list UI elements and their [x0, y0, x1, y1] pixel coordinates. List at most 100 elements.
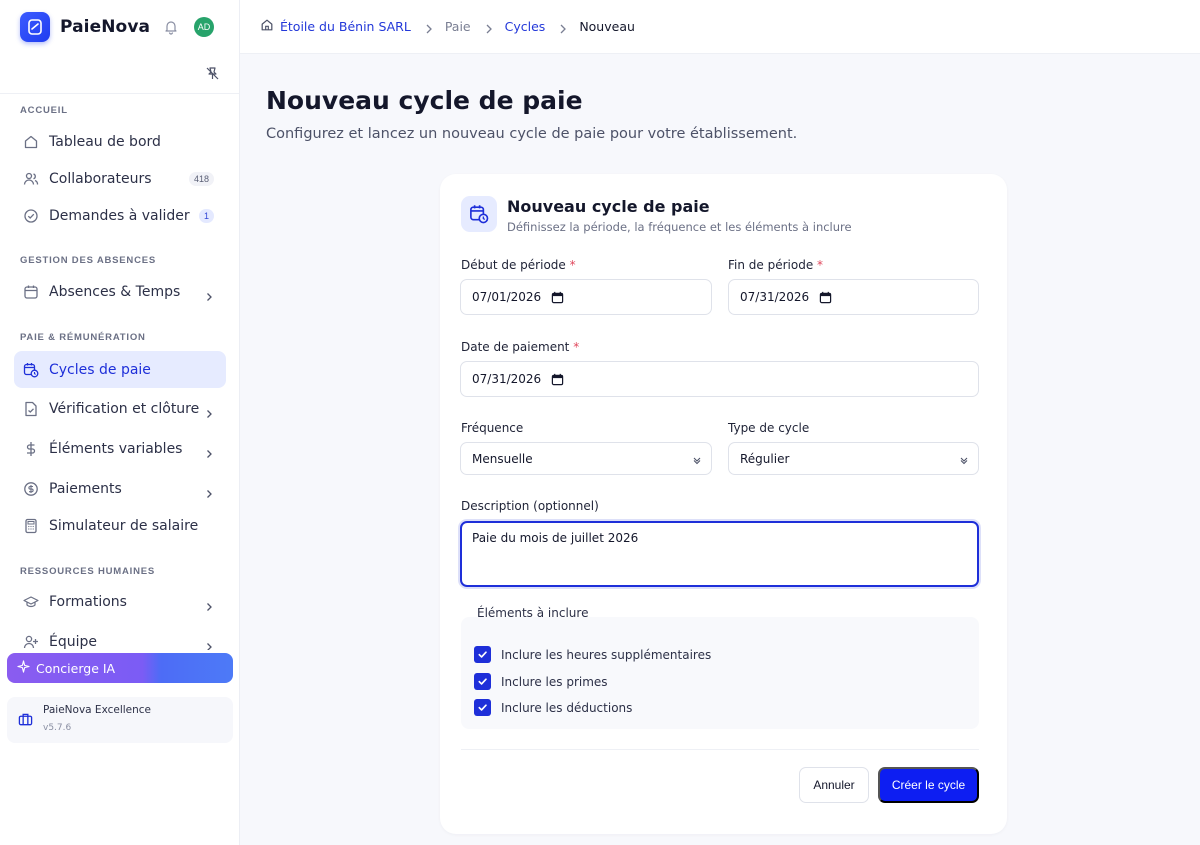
checkbox-bonuses[interactable]: Inclure les primes: [474, 673, 608, 690]
end-date-value: 07/31/2026: [740, 290, 810, 304]
calendar-icon[interactable]: [551, 373, 564, 386]
avatar[interactable]: AD: [194, 17, 214, 37]
start-date-label: Début de période *: [461, 258, 576, 272]
checkmark-icon[interactable]: [474, 699, 491, 716]
create-cycle-button[interactable]: Créer le cycle: [878, 767, 979, 803]
description-textarea[interactable]: Paie du mois de juillet 2026: [460, 521, 979, 587]
start-date-field[interactable]: 07/01/2026: [460, 279, 712, 315]
sidebar-item-label: Équipe: [49, 634, 97, 650]
cancel-button[interactable]: Annuler: [799, 767, 869, 803]
sidebar-item-absences[interactable]: Absences & Temps: [14, 274, 226, 310]
sidebar-item-label: Paiements: [49, 481, 122, 497]
calculator-icon: [23, 518, 39, 534]
chevron-updown-icon: [959, 454, 969, 465]
frequency-select[interactable]: Mensuelle: [460, 442, 712, 475]
chevron-updown-icon: [692, 454, 702, 465]
sidebar: PaieNova AD ACCUEIL Tableau de bord Coll…: [0, 0, 240, 845]
sidebar-item-payroll-cycles[interactable]: Cycles de paie: [14, 351, 226, 388]
chevron-right-icon: [425, 22, 433, 33]
product-version-card: PaieNova Excellence v5.7.6: [7, 697, 233, 743]
breadcrumb-payroll[interactable]: Paie: [445, 19, 471, 34]
home-icon: [23, 134, 39, 150]
section-label-absences: GESTION DES ABSENCES: [20, 255, 157, 266]
user-plus-icon: [23, 634, 39, 650]
product-name: PaieNova Excellence: [43, 704, 152, 716]
coin-icon: [23, 481, 39, 497]
frequency-value: Mensuelle: [472, 451, 533, 466]
chevron-right-icon: [485, 22, 493, 33]
count-badge: 418: [188, 172, 214, 186]
calendar-icon: [23, 284, 39, 300]
divider: [461, 749, 979, 750]
sidebar-item-verification[interactable]: Vérification et clôture: [14, 391, 226, 427]
cycle-type-label: Type de cycle: [728, 421, 810, 435]
section-label-payroll: PAIE & RÉMUNÉRATION: [20, 332, 146, 343]
cycle-type-value: Régulier: [740, 451, 790, 466]
breadcrumb-company[interactable]: Étoile du Bénin SARL: [280, 19, 411, 34]
sidebar-item-team[interactable]: Équipe: [14, 624, 226, 650]
checkbox-label: Inclure les heures supplémentaires: [501, 647, 712, 662]
chevron-right-icon: [204, 597, 214, 611]
count-badge: 1: [198, 209, 214, 223]
end-date-label: Fin de période *: [728, 258, 824, 272]
unpin-icon[interactable]: [205, 66, 220, 81]
sidebar-item-collaborators[interactable]: Collaborateurs 418: [14, 161, 226, 197]
sidebar-toolbar: [0, 54, 239, 94]
graduation-cap-icon: [23, 594, 39, 610]
chevron-right-icon: [204, 287, 214, 301]
sidebar-item-variable-elements[interactable]: Éléments variables: [14, 431, 226, 467]
breadcrumb: Étoile du Bénin SARL Paie Cycles Nouveau: [240, 0, 1200, 54]
frequency-label: Fréquence: [461, 421, 524, 435]
sidebar-item-label: Collaborateurs: [49, 171, 152, 187]
chevron-right-icon: [204, 444, 214, 458]
bell-icon[interactable]: [163, 19, 179, 35]
sidebar-item-label: Éléments variables: [49, 441, 183, 457]
concierge-label: Concierge IA: [36, 660, 116, 676]
sidebar-item-label: Simulateur de salaire: [49, 518, 199, 534]
sidebar-item-salary-simulator[interactable]: Simulateur de salaire: [14, 508, 226, 544]
checkmark-icon[interactable]: [474, 673, 491, 690]
sidebar-item-pending-requests[interactable]: Demandes à valider 1: [14, 198, 226, 234]
checkbox-overtime[interactable]: Inclure les heures supplémentaires: [474, 646, 711, 663]
breadcrumb-current: Nouveau: [579, 19, 635, 34]
sidebar-item-label: Vérification et clôture: [49, 401, 200, 417]
sidebar-item-label: Cycles de paie: [49, 361, 151, 378]
payment-date-field[interactable]: 07/31/2026: [460, 361, 979, 397]
payment-date-value: 07/31/2026: [472, 372, 542, 386]
calendar-icon[interactable]: [819, 291, 832, 304]
sidebar-item-payments[interactable]: Paiements: [14, 471, 226, 507]
checkbox-label: Inclure les primes: [501, 674, 608, 689]
description-label: Description (optionnel): [461, 499, 599, 513]
sidebar-nav[interactable]: ACCUEIL Tableau de bord Collaborateurs 4…: [0, 94, 240, 650]
file-check-icon: [23, 401, 39, 417]
section-label-hr: RESSOURCES HUMAINES: [20, 566, 156, 577]
section-label-accueil: ACCUEIL: [20, 105, 68, 116]
sparkle-icon: [17, 660, 30, 676]
product-version: v5.7.6: [43, 723, 72, 733]
users-icon: [23, 171, 39, 187]
breadcrumb-cycles[interactable]: Cycles: [505, 19, 546, 34]
dollar-icon: [23, 441, 39, 457]
payment-date-label: Date de paiement *: [461, 340, 580, 354]
check-circle-icon: [23, 208, 39, 224]
calendar-icon[interactable]: [551, 291, 564, 304]
cycle-type-select[interactable]: Régulier: [728, 442, 979, 475]
chevron-right-icon: [204, 404, 214, 418]
concierge-ai-button[interactable]: Concierge IA: [7, 653, 233, 683]
form-subtitle: Définissez la période, la fréquence et l…: [507, 220, 852, 234]
home-icon[interactable]: [260, 18, 274, 35]
checkmark-icon[interactable]: [474, 646, 491, 663]
sidebar-item-label: Absences & Temps: [49, 284, 181, 300]
page-title: Nouveau cycle de paie: [266, 86, 583, 115]
end-date-field[interactable]: 07/31/2026: [728, 279, 979, 315]
checkbox-label: Inclure les déductions: [501, 700, 633, 715]
form-title: Nouveau cycle de paie: [507, 197, 710, 216]
sidebar-item-label: Tableau de bord: [49, 134, 161, 150]
app-name: PaieNova: [60, 17, 151, 37]
calendar-clock-icon: [461, 196, 497, 232]
sidebar-item-dashboard[interactable]: Tableau de bord: [14, 124, 226, 160]
briefcase-icon: [18, 712, 33, 731]
calendar-clock-icon: [23, 362, 39, 378]
sidebar-item-trainings[interactable]: Formations: [14, 584, 226, 620]
checkbox-deductions[interactable]: Inclure les déductions: [474, 699, 632, 716]
